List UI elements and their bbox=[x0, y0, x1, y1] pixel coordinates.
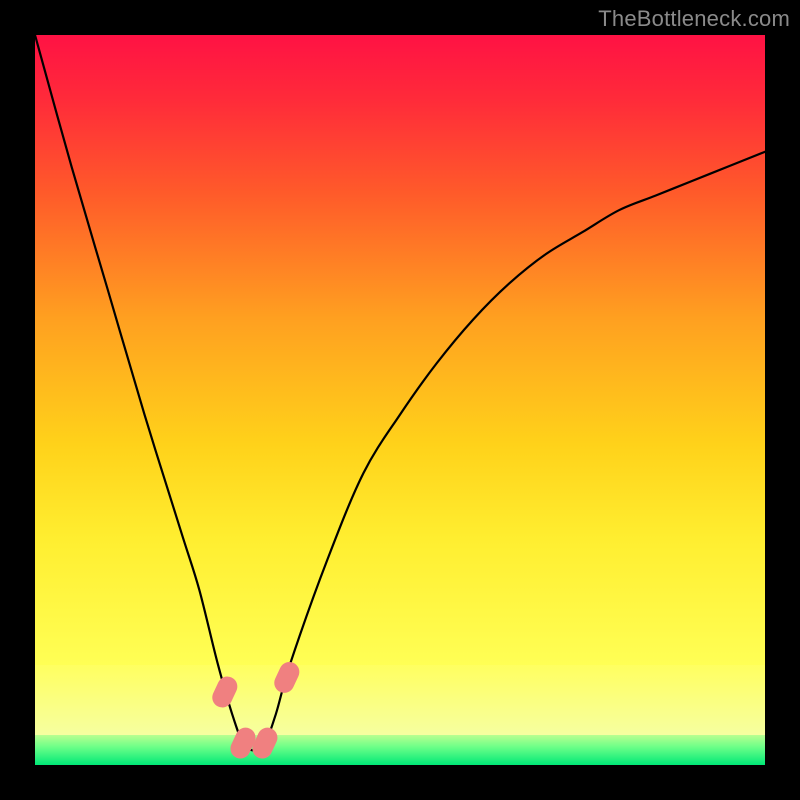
chart-plot bbox=[35, 35, 765, 765]
chart-frame: TheBottleneck.com bbox=[0, 0, 800, 800]
green-band bbox=[35, 735, 765, 765]
gradient-bg bbox=[35, 35, 765, 665]
chart-svg bbox=[35, 35, 765, 765]
watermark-text: TheBottleneck.com bbox=[598, 6, 790, 32]
yellow-band bbox=[35, 665, 765, 735]
